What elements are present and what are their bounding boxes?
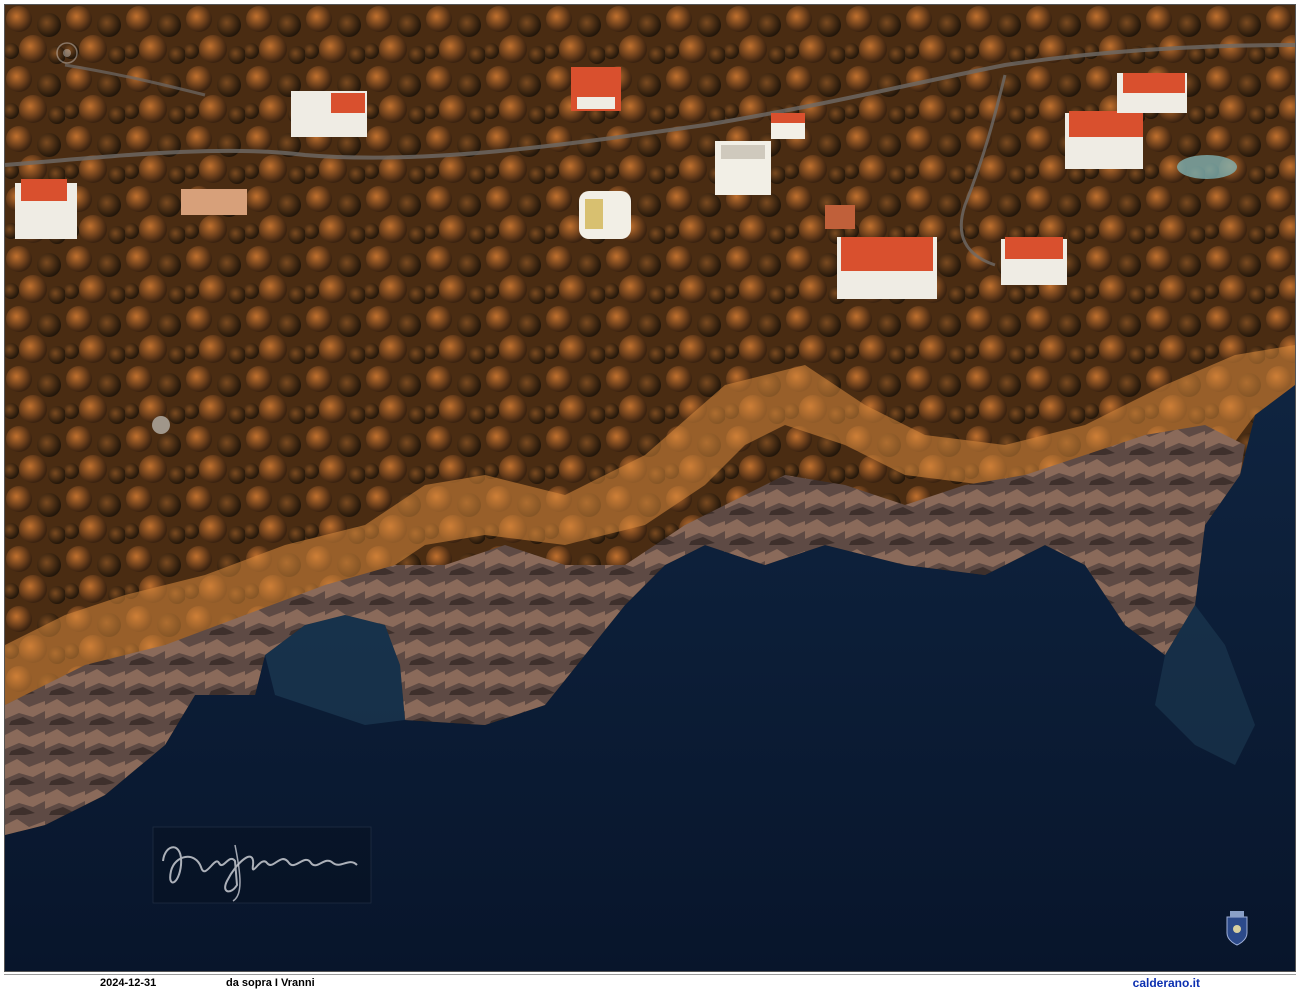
photo-date: 2024-12-31: [100, 977, 157, 989]
photo-title: da sopra I Vranni: [226, 977, 315, 989]
house: [715, 141, 771, 195]
site-link[interactable]: calderano.it: [1133, 975, 1200, 991]
signature-watermark: [152, 826, 372, 904]
house: [15, 179, 77, 239]
house: [291, 91, 367, 137]
aerial-coast-photo: [4, 4, 1296, 972]
house: [771, 113, 805, 139]
swimming-pool: [1177, 155, 1237, 179]
image-frame: 2024-12-31 da sopra I Vranni calderano.i…: [0, 0, 1300, 992]
house: [1065, 111, 1143, 169]
photo-scene: [5, 5, 1295, 971]
round-tank: [152, 416, 170, 434]
house: [1001, 237, 1067, 285]
house: [579, 191, 631, 239]
coat-of-arms-emblem: [1226, 911, 1248, 946]
house: [837, 237, 937, 299]
house: [571, 67, 621, 111]
caption-bar: 2024-12-31 da sopra I Vranni calderano.i…: [4, 974, 1296, 991]
house: [181, 189, 247, 215]
house: [825, 205, 855, 229]
house: [1117, 73, 1187, 113]
